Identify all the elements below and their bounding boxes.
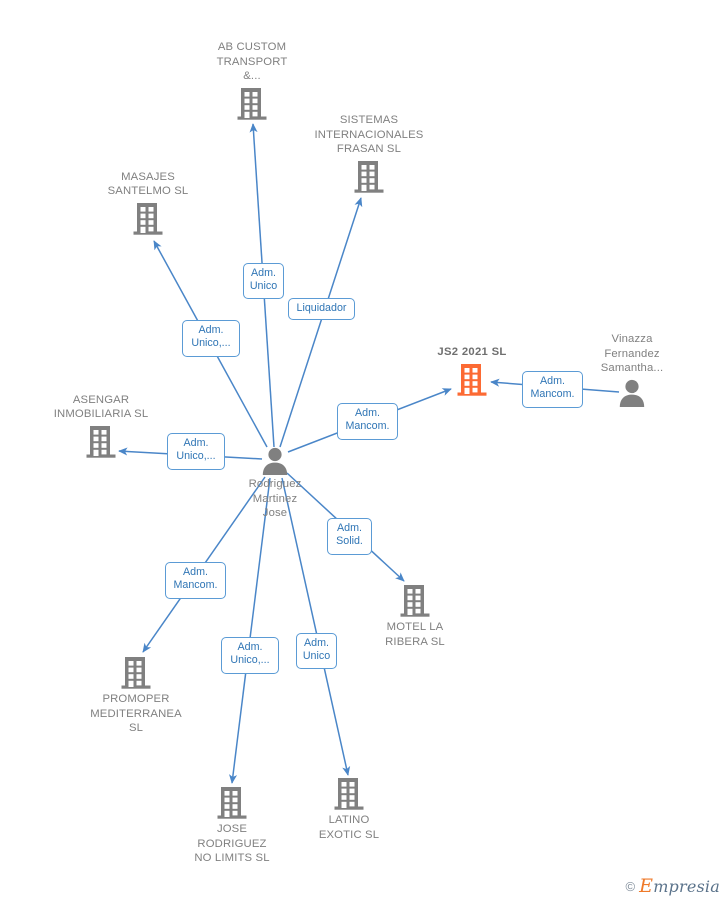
graph-node-ab_custom[interactable]: AB CUSTOM TRANSPORT &...	[172, 40, 332, 122]
graph-node-sistemas_frasan[interactable]: SISTEMAS INTERNACIONALES FRASAN SL	[289, 113, 449, 195]
copyright-symbol: ©	[625, 878, 636, 894]
node-label: MASAJES SANTELMO SL	[107, 170, 189, 198]
edge-label-e_asengar[interactable]: Adm. Unico,...	[167, 433, 225, 470]
empresia-logo-rest: mpresia	[653, 877, 720, 896]
node-label: Rodriguez Martinez Jose	[248, 478, 302, 520]
building-icon	[354, 161, 384, 193]
building-icon	[400, 585, 430, 617]
building-icon	[334, 778, 364, 810]
graph-node-promoper[interactable]: PROMOPER MEDITERRANEA SL	[56, 655, 216, 736]
node-label: ASENGAR INMOBILIARIA SL	[53, 393, 149, 421]
empresia-logo-initial: E	[639, 875, 654, 897]
edge-label-e_masajes[interactable]: Adm. Unico,...	[182, 320, 240, 357]
node-label: PROMOPER MEDITERRANEA SL	[90, 693, 182, 735]
building-icon	[121, 657, 151, 689]
building-icon	[217, 787, 247, 819]
node-label: LATINO EXOTIC SL	[318, 814, 380, 841]
edge-label-e_frasan[interactable]: Liquidador	[288, 298, 355, 321]
node-label: Vinazza Fernandez Samantha...	[600, 333, 664, 375]
building-icon	[86, 426, 116, 458]
edge-label-e_js2[interactable]: Adm. Mancom.	[337, 403, 398, 440]
node-label: AB CUSTOM TRANSPORT &...	[216, 41, 288, 83]
empresia-logo: Empresia	[639, 875, 720, 897]
person-icon	[619, 379, 645, 407]
edge-label-e_motel[interactable]: Adm. Solid.	[327, 518, 372, 555]
building-icon	[237, 88, 267, 120]
graph-node-masajes_santelmo[interactable]: MASAJES SANTELMO SL	[68, 170, 228, 237]
building-icon	[457, 364, 487, 396]
edge-label-e_no_limits[interactable]: Adm. Unico,...	[221, 637, 279, 674]
graph-node-latino_exotic[interactable]: LATINO EXOTIC SL	[269, 776, 429, 842]
building-icon	[133, 203, 163, 235]
relationship-graph-canvas: AB CUSTOM TRANSPORT &... SISTEMAS INTERNA…	[0, 0, 728, 905]
node-label: SISTEMAS INTERNACIONALES FRASAN SL	[314, 114, 424, 156]
edge-label-e_ab_custom[interactable]: Adm. Unico	[243, 263, 284, 299]
graph-edge-e_no_limits	[229, 477, 271, 784]
edge-label-e_latino[interactable]: Adm. Unico	[296, 633, 337, 669]
person-icon	[262, 447, 288, 475]
node-label: JS2 2021 SL	[437, 346, 507, 359]
watermark: © Empresia	[626, 875, 720, 897]
edge-label-e_vinazza_js2[interactable]: Adm. Mancom.	[522, 371, 583, 408]
edge-label-e_promoper[interactable]: Adm. Mancom.	[165, 562, 226, 599]
graph-node-asengar[interactable]: ASENGAR INMOBILIARIA SL	[21, 393, 181, 460]
graph-node-motel_ribera[interactable]: MOTEL LA RIBERA SL	[335, 583, 495, 649]
node-label: MOTEL LA RIBERA SL	[385, 621, 445, 648]
